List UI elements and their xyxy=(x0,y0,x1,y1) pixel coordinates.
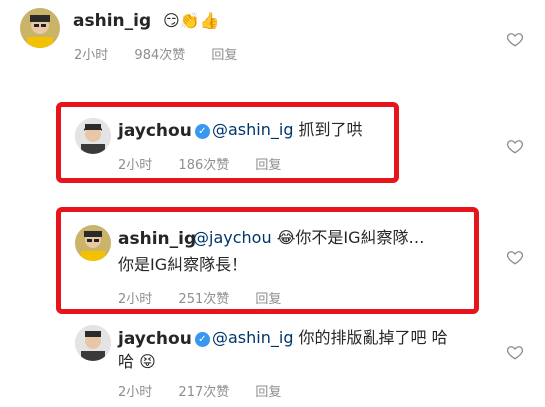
comment-text-line2: 你是IG糾察隊長！ xyxy=(118,255,248,274)
reply-button[interactable]: 回复 xyxy=(255,158,281,173)
timestamp: 2小时 xyxy=(74,48,109,63)
laughing-emoji: 😂 xyxy=(276,228,296,247)
comment-meta: 2小时 186次赞 回复 xyxy=(118,154,303,173)
avatar-ashin[interactable] xyxy=(20,8,60,48)
comment-meta: 2小时 217次赞 回复 xyxy=(118,381,303,400)
reply-button[interactable]: 回复 xyxy=(255,292,281,307)
heart-outline-icon[interactable] xyxy=(506,343,524,361)
reply-button[interactable]: 回复 xyxy=(211,48,237,63)
username-text[interactable]: jaychou xyxy=(118,329,192,349)
mention-link[interactable]: @ashin_ig xyxy=(212,120,293,139)
like-count[interactable]: 186次赞 xyxy=(178,158,229,173)
comment-text: @jaychou 😂你不是IG糾察隊… xyxy=(193,226,425,250)
comment-meta: 2小时 251次赞 回复 xyxy=(118,288,303,307)
avatar-ashin[interactable] xyxy=(75,225,111,261)
mention-link[interactable]: @ashin_ig xyxy=(212,328,293,347)
reply-button[interactable]: 回复 xyxy=(255,385,281,400)
comment-emoji: 😏👏👍 xyxy=(163,11,220,30)
timestamp: 2小时 xyxy=(118,158,153,173)
comment-body: 抓到了哄 xyxy=(293,120,363,139)
username-text[interactable]: jaychou xyxy=(118,121,192,141)
timestamp: 2小时 xyxy=(118,292,153,307)
comment-text: @ashin_ig 你的排版亂掉了吧 哈 xyxy=(212,326,448,350)
username[interactable]: ashin_ig xyxy=(118,229,196,249)
tongue-emoji: 😝 xyxy=(139,352,156,371)
username[interactable]: ashin_ig xyxy=(73,11,151,31)
heart-outline-icon[interactable] xyxy=(506,248,524,266)
like-count[interactable]: 984次赞 xyxy=(134,48,185,63)
username[interactable]: jaychou ✓ xyxy=(118,329,210,349)
username[interactable]: jaychou ✓ xyxy=(118,121,210,141)
like-count[interactable]: 217次赞 xyxy=(178,385,229,400)
avatar-jaychou[interactable] xyxy=(75,118,111,154)
mention-link[interactable]: @jaychou xyxy=(193,228,272,247)
like-count[interactable]: 251次赞 xyxy=(178,292,229,307)
verified-badge-icon: ✓ xyxy=(194,124,210,139)
comment-meta: 2小时 984次赞 回复 xyxy=(74,44,259,63)
comment-text: @ashin_ig 抓到了哄 xyxy=(212,118,363,142)
comment-body-line2: 哈 xyxy=(118,352,135,371)
comment-text-line2: 哈 😝 xyxy=(118,350,156,374)
comment-body: 你的排版亂掉了吧 哈 xyxy=(293,328,448,347)
timestamp: 2小时 xyxy=(118,385,153,400)
verified-badge-icon: ✓ xyxy=(194,332,210,347)
heart-outline-icon[interactable] xyxy=(506,137,524,155)
heart-outline-icon[interactable] xyxy=(506,30,524,48)
avatar-jaychou[interactable] xyxy=(75,325,111,361)
comment-body: 你不是IG糾察隊… xyxy=(295,228,425,247)
